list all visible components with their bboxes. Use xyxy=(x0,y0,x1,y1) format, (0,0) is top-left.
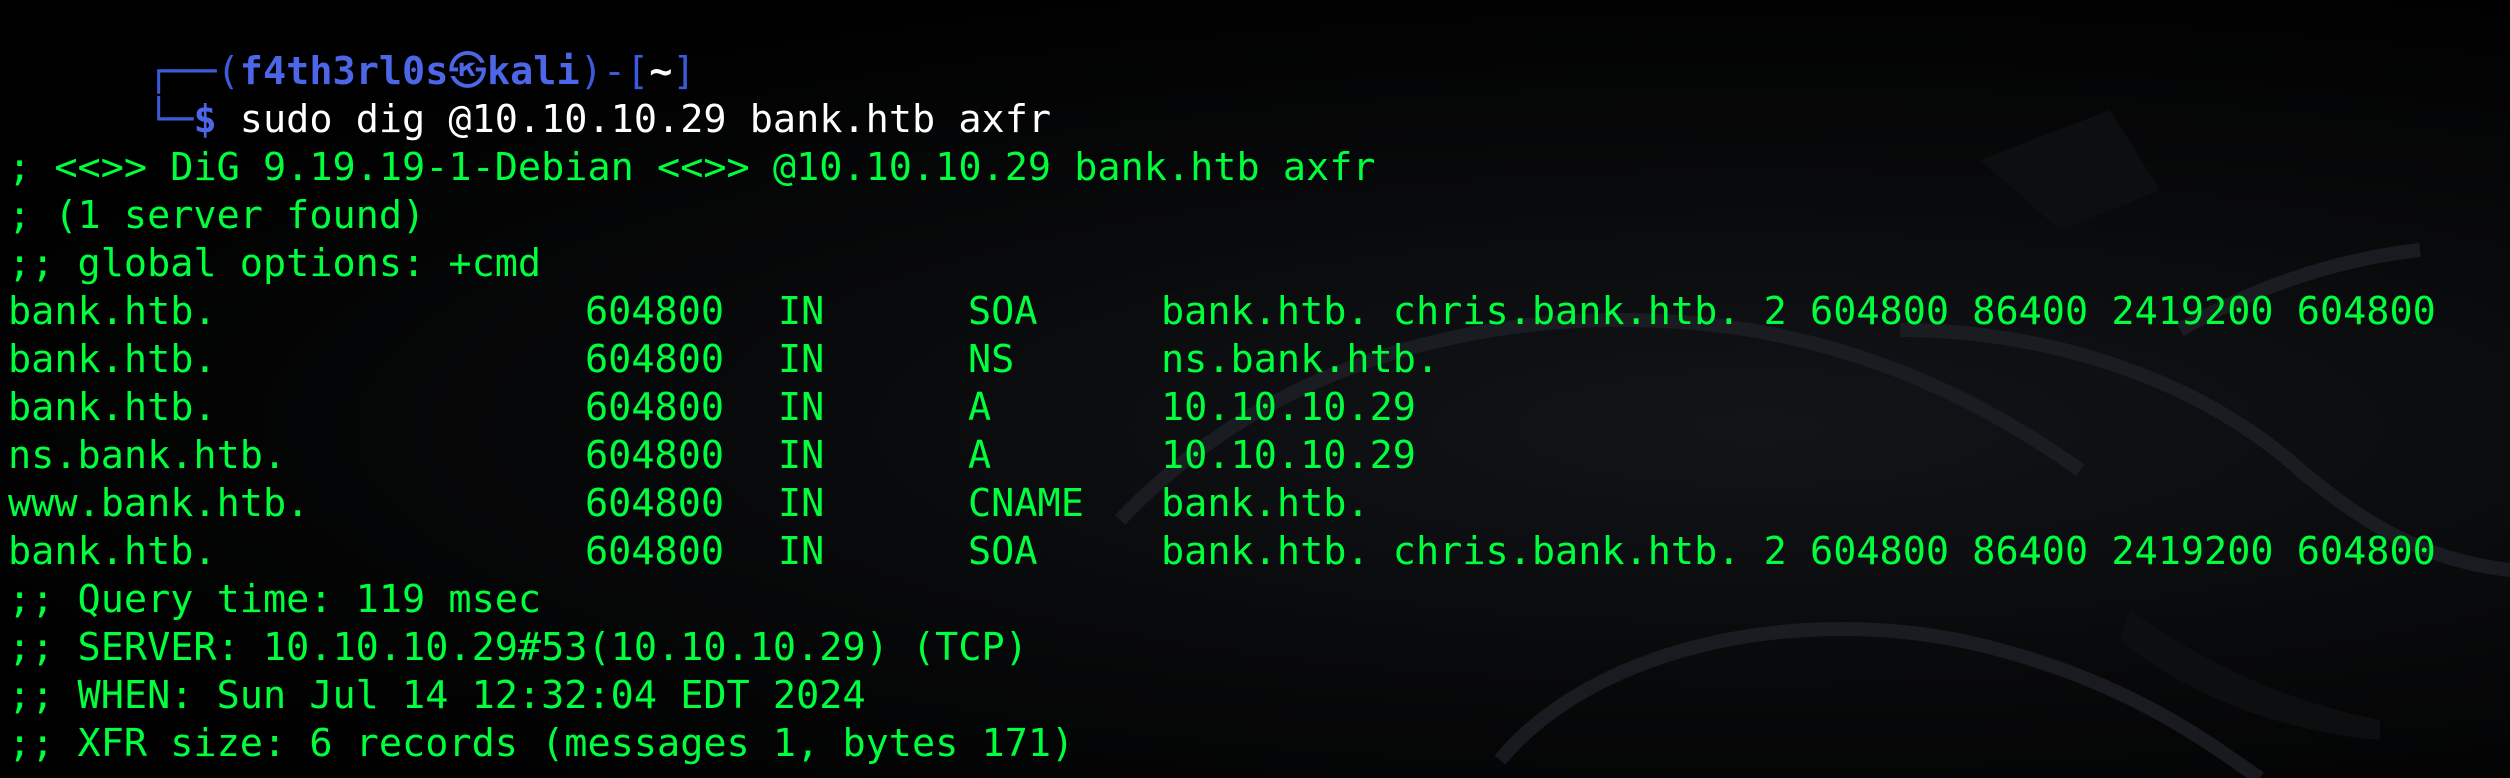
record-name: ns.bank.htb. xyxy=(8,433,287,478)
record-class: IN xyxy=(778,289,825,334)
dig-header-options: ;; global options: +cmd xyxy=(8,241,542,286)
record-data: bank.htb. chris.bank.htb. 2 604800 86400… xyxy=(1161,289,2436,334)
prompt-username: f4th3rl0s xyxy=(239,49,449,94)
prompt-line-top: ┌──(f4th3rl0s㉿kali)-[~] xyxy=(8,0,2503,94)
dig-header-version: ; <<>> DiG 9.19.19-1-Debian <<>> @10.10.… xyxy=(8,145,1376,190)
record-name: bank.htb. xyxy=(8,529,217,574)
record-type: SOA xyxy=(968,289,1038,334)
terminal-window[interactable]: ┌──(f4th3rl0s㉿kali)-[~] └─$ sudo dig @10… xyxy=(0,0,2510,778)
dns-record-row: bank.htb. 604800 IN NS ns.bank.htb. xyxy=(8,336,2503,384)
record-class: IN xyxy=(778,385,825,430)
record-type: CNAME xyxy=(968,481,1084,526)
prompt-dollar: $ xyxy=(193,97,217,142)
record-data: bank.htb. xyxy=(1161,481,1370,526)
record-class: IN xyxy=(778,481,825,526)
record-name: www.bank.htb. xyxy=(8,481,310,526)
record-name: bank.htb. xyxy=(8,337,217,382)
record-ttl: 604800 xyxy=(585,289,725,334)
record-data: 10.10.10.29 xyxy=(1161,385,1416,430)
dns-record-row: bank.htb. 604800 IN A 10.10.10.29 xyxy=(8,384,2503,432)
dns-record-row: www.bank.htb. 604800 IN CNAME bank.htb. xyxy=(8,480,2503,528)
record-ttl: 604800 xyxy=(585,481,725,526)
record-class: IN xyxy=(778,337,825,382)
prompt-hostname: kali xyxy=(486,49,580,94)
record-data: bank.htb. chris.bank.htb. 2 604800 86400… xyxy=(1161,529,2436,574)
record-ttl: 604800 xyxy=(585,433,725,478)
record-ttl: 604800 xyxy=(585,529,725,574)
record-data: ns.bank.htb. xyxy=(1161,337,1440,382)
dig-footer-when: ;; WHEN: Sun Jul 14 12:32:04 EDT 2024 xyxy=(8,673,866,718)
record-data: 10.10.10.29 xyxy=(1161,433,1416,478)
record-type: SOA xyxy=(968,529,1038,574)
dig-header-servers: ; (1 server found) xyxy=(8,193,426,238)
skull-icon: ㉿ xyxy=(448,49,487,94)
record-type: A xyxy=(968,385,992,430)
prompt-frame-open: ┌──( xyxy=(147,49,240,94)
record-ttl: 604800 xyxy=(585,385,725,430)
record-type: NS xyxy=(968,337,1015,382)
dig-footer-xfr-size: ;; XFR size: 6 records (messages 1, byte… xyxy=(8,721,1075,766)
dns-record-row: bank.htb. 604800 IN SOA bank.htb. chris.… xyxy=(8,288,2503,336)
prompt-frame-close: ] xyxy=(672,49,696,94)
record-name: bank.htb. xyxy=(8,289,217,334)
prompt-frame-mid: )-[ xyxy=(579,49,650,94)
record-name: bank.htb. xyxy=(8,385,217,430)
record-class: IN xyxy=(778,433,825,478)
prompt-cwd: ~ xyxy=(649,49,673,94)
dig-footer-query-time: ;; Query time: 119 msec xyxy=(8,577,542,622)
terminal-output: ┌──(f4th3rl0s㉿kali)-[~] └─$ sudo dig @10… xyxy=(8,0,2503,768)
record-type: A xyxy=(968,433,992,478)
command-text: sudo dig @10.10.10.29 bank.htb axfr xyxy=(216,97,1052,142)
record-class: IN xyxy=(778,529,825,574)
dig-footer-server: ;; SERVER: 10.10.10.29#53(10.10.10.29) (… xyxy=(8,625,1028,670)
dns-record-row: ns.bank.htb. 604800 IN A 10.10.10.29 xyxy=(8,432,2503,480)
dns-record-row: bank.htb. 604800 IN SOA bank.htb. chris.… xyxy=(8,528,2503,576)
record-ttl: 604800 xyxy=(585,337,725,382)
prompt-frame-bottom: └─ xyxy=(147,97,194,142)
